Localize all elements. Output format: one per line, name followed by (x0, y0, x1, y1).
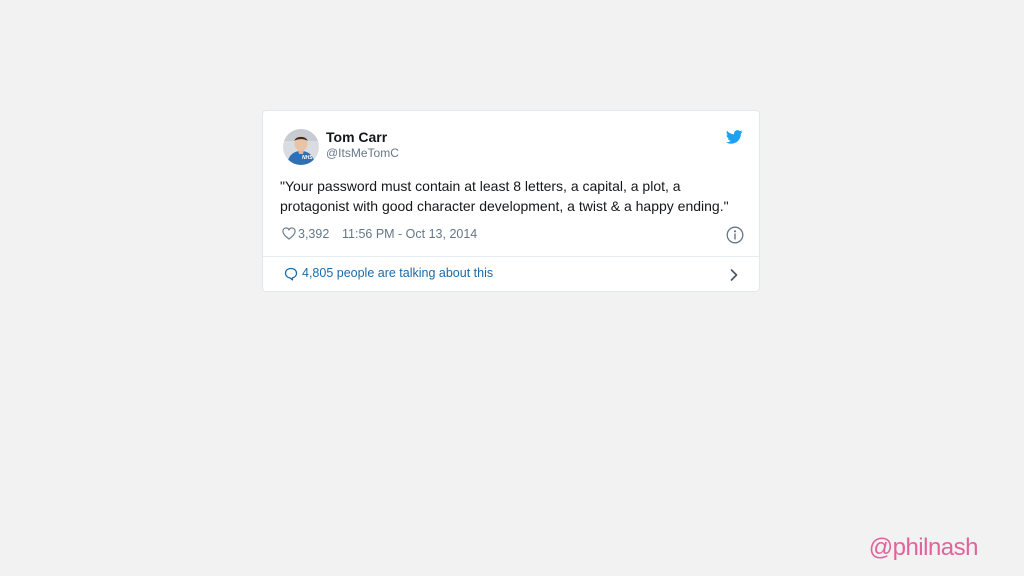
conversation-count-text: 4,805 people are talking about this (302, 266, 494, 280)
conversation-link[interactable]: 4,805 people are talking about this (263, 257, 759, 292)
chevron-right-icon (730, 268, 738, 281)
tweet-timestamp[interactable]: 11:56 PM - Oct 13, 2014 (342, 227, 477, 241)
avatar-image: NHS (283, 129, 319, 165)
heart-icon[interactable] (282, 227, 296, 240)
twitter-bird-icon[interactable] (725, 130, 743, 144)
like-count[interactable]: 3,392 (298, 227, 329, 241)
embedded-tweet-card: NHS Tom Carr @ItsMeTomC "Your password m… (262, 110, 760, 292)
info-icon[interactable] (726, 226, 744, 244)
tweet-text: "Your password must contain at least 8 l… (280, 178, 729, 214)
author-watermark: @philnash (868, 534, 979, 561)
author-name[interactable]: Tom Carr (326, 129, 387, 145)
avatar-badge-text: NHS (302, 155, 313, 161)
author-handle[interactable]: @ItsMeTomC (326, 146, 399, 160)
speech-bubble-icon (284, 267, 298, 281)
author-avatar[interactable]: NHS (283, 129, 319, 165)
